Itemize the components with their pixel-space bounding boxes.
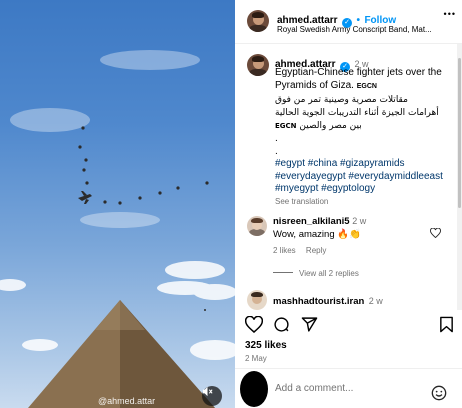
comment-like-icon[interactable]: [430, 227, 441, 241]
caption-text-ar-1: مقاتلات مصرية وصينية تمر من فوق: [275, 95, 408, 105]
caption-dot-2: .: [275, 145, 278, 157]
comment-likes[interactable]: 2 likes: [273, 246, 296, 255]
post-actions: [235, 312, 462, 338]
viewer-avatar: [240, 371, 268, 407]
share-button[interactable]: [301, 316, 319, 334]
caption-avatar[interactable]: [247, 54, 269, 76]
comment-time[interactable]: 2 w: [369, 296, 383, 306]
author-avatar[interactable]: [247, 10, 269, 32]
post-media[interactable]: @ahmed.attar: [0, 0, 235, 408]
comment-header: mashhadtourist.iran 2 w: [273, 291, 383, 309]
comment-button[interactable]: [273, 316, 291, 334]
comment-avatar[interactable]: [247, 290, 267, 310]
comment-username[interactable]: nisreen_alkilani5: [273, 216, 350, 227]
media-image: [0, 50, 235, 408]
caption-text-ar-2: أهرامات الجيزة أثناء التدريبات الجوية ال…: [275, 108, 439, 118]
post-side-panel: ahmed.attarr ✓ • Follow Royal Swedish Ar…: [235, 0, 462, 408]
comment-header: nisreen_alkilani5 2 w: [273, 216, 366, 227]
comments-scrollbar[interactable]: [457, 44, 462, 310]
heart-icon: [244, 315, 264, 333]
view-replies-button[interactable]: View all 2 replies: [273, 269, 359, 278]
see-translation-link[interactable]: See translation: [275, 196, 453, 209]
caption-text-ar-3: بين مصر والصين EGCN: [275, 121, 362, 131]
mute-icon: [202, 386, 213, 397]
emoji-button[interactable]: [431, 385, 447, 406]
hashtags-line-1[interactable]: #egypt #china #gizapyramids: [275, 158, 453, 171]
mute-button[interactable]: [202, 386, 222, 406]
audio-subtitle[interactable]: Royal Swedish Army Conscript Band, Mat..…: [277, 25, 432, 34]
comment-reply-button[interactable]: Reply: [306, 246, 326, 255]
comments-scroll-area[interactable]: ahmed.attarr ✓ 2 w Egyptian-Chinese figh…: [235, 44, 457, 310]
comment-icon: [274, 317, 289, 332]
comment-text: Wow, amazing 🔥👏: [273, 229, 361, 240]
more-options-icon[interactable]: •••: [444, 9, 456, 19]
post-date[interactable]: 2 May: [245, 354, 267, 363]
save-button[interactable]: [439, 316, 457, 334]
share-icon: [301, 317, 318, 332]
comment-time[interactable]: 2 w: [352, 216, 366, 226]
comment-avatar[interactable]: [247, 216, 267, 236]
caption-body: Egyptian-Chinese fighter jets over the P…: [275, 67, 453, 208]
hashtags-line-3[interactable]: #myegypt #egyptology: [275, 183, 453, 196]
caption-dot-1: .: [275, 133, 278, 144]
like-button[interactable]: [244, 315, 264, 334]
caption-text-en: Egyptian-Chinese fighter jets over the P…: [275, 67, 442, 91]
bookmark-icon: [440, 316, 453, 333]
likes-count[interactable]: 325 likes: [245, 340, 287, 351]
hashtags-line-2[interactable]: #everydayegypt #everydaymiddleeast: [275, 171, 453, 184]
emoji-icon: [431, 385, 447, 401]
add-comment-bar: Add a comment...: [235, 368, 462, 408]
comment-input[interactable]: Add a comment...: [275, 383, 353, 394]
post-header: ahmed.attarr ✓ • Follow Royal Swedish Ar…: [235, 0, 462, 44]
comment-meta: 2 likes Reply: [273, 246, 326, 255]
comment-username[interactable]: mashhadtourist.iran: [273, 296, 364, 307]
media-watermark: @ahmed.attar: [98, 396, 156, 406]
